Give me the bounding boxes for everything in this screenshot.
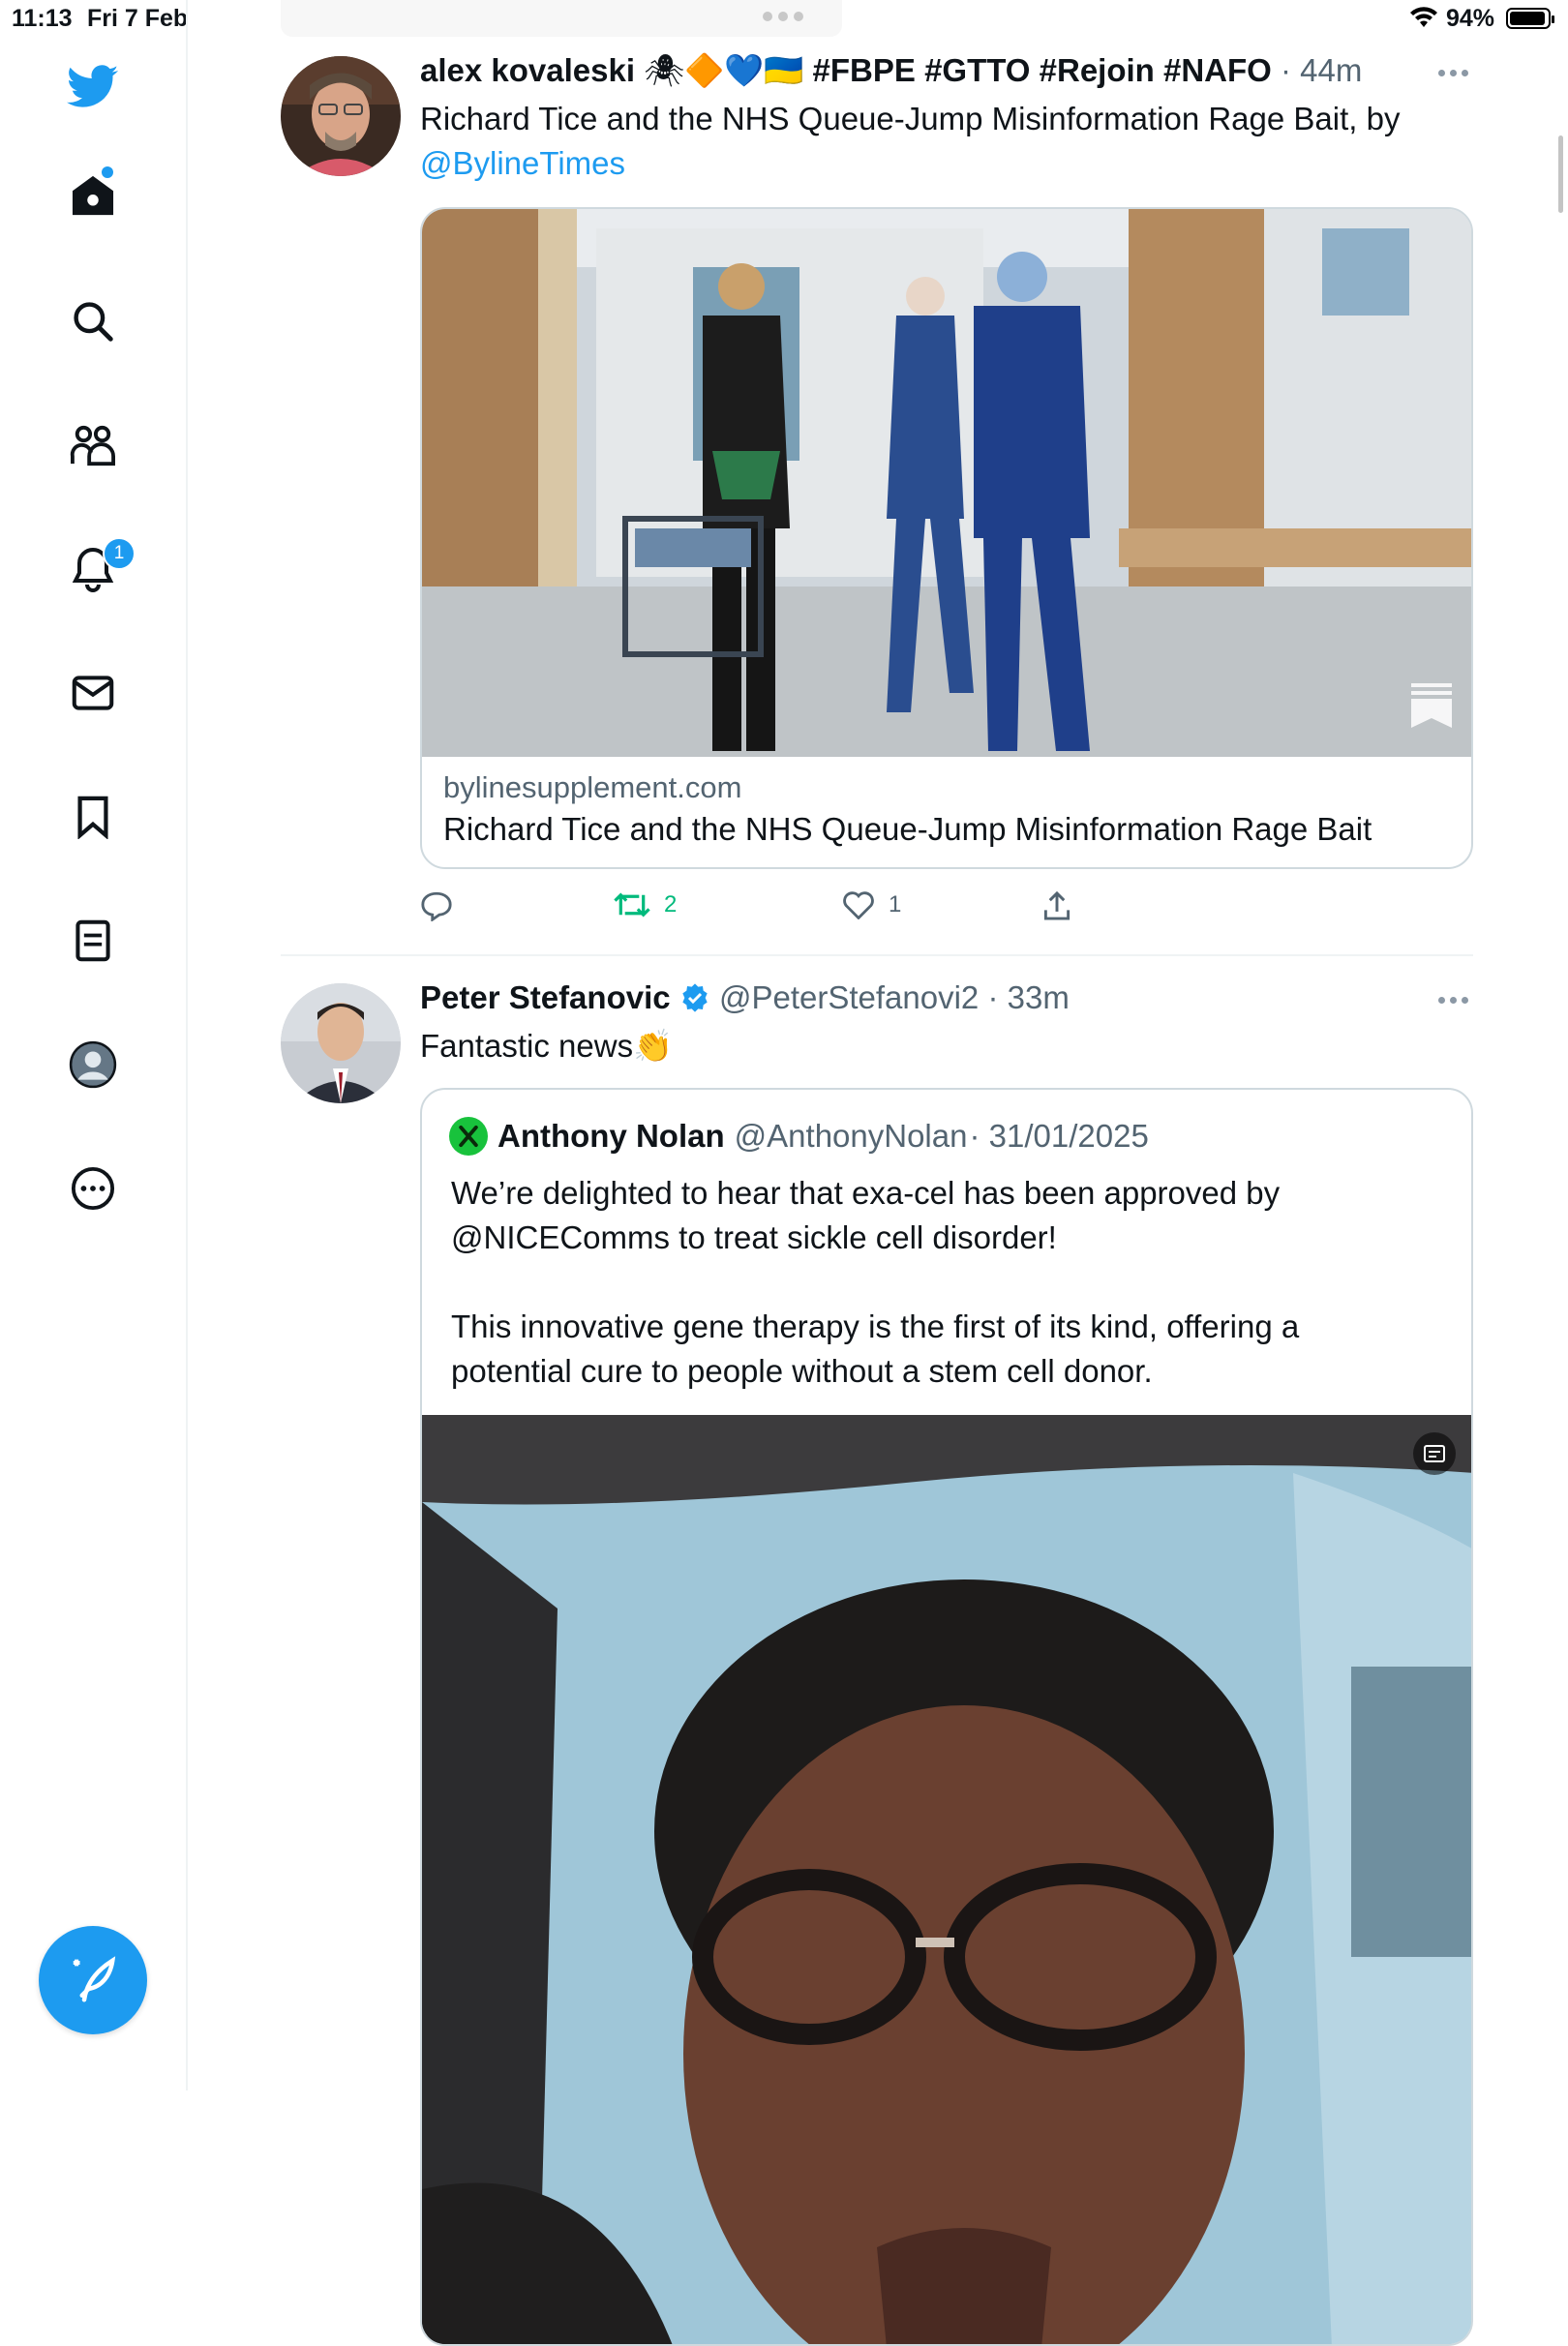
scroll-indicator[interactable] [1558,135,1563,213]
reply-button[interactable] [420,890,467,921]
quoted-author-name[interactable]: Anthony Nolan [498,1118,725,1155]
home-icon[interactable] [62,165,124,226]
clapping-emoji: 👏 [633,1028,674,1064]
tweet-time[interactable]: · 33m [987,979,1069,1015]
profile-icon[interactable] [62,1034,124,1096]
tweet-text-body: Fantastic news [420,1028,634,1064]
tweet-divider [281,954,1473,956]
quoted-line: @NICEComms to treat sickle cell disorder… [451,1219,1057,1255]
compose-tweet-icon[interactable] [39,1926,147,2034]
share-button[interactable] [1041,890,1086,921]
more-options-icon[interactable] [1438,70,1473,79]
quoted-line: potential cure to people without a stem … [451,1353,1153,1389]
tweet-text-body: Richard Tice and the NHS Queue-Jump Misi… [420,101,1401,136]
notification-badge: 1 [103,537,136,570]
wifi-icon [1410,7,1437,27]
quoted-line: We’re delighted to hear that exa-cel has… [451,1175,1281,1211]
link-card[interactable]: bylinesupplement.com Richard Tice and th… [420,207,1473,869]
tweet-text: Fantastic news👏 [420,1024,673,1068]
quoted-line: This innovative gene therapy is the firs… [451,1308,1300,1344]
avatar[interactable] [281,56,401,176]
captions-icon[interactable] [1413,1432,1456,1475]
like-count: 1 [889,891,902,917]
card-image [422,209,1471,757]
tweet-time[interactable]: · 44m [1281,52,1362,88]
quoted-tweet-text: We’re delighted to hear that exa-cel has… [451,1171,1438,1394]
tweet-text: Richard Tice and the NHS Queue-Jump Misi… [420,97,1473,186]
quoted-tweet[interactable]: Anthony Nolan @AnthonyNolan · 31/01/2025… [420,1088,1473,2346]
name-hashtags: #FBPE #GTTO #Rejoin #NAFO [812,52,1272,88]
search-icon[interactable] [62,290,124,352]
author-handle[interactable]: @PeterStefanovi2 [719,979,979,1015]
card-domain: bylinesupplement.com [443,770,742,804]
more-icon[interactable] [62,1158,124,1219]
tweet-actions: 2 1 [420,890,1388,929]
tweet[interactable]: Peter Stefanovic @PeterStefanovi2 · 33m … [281,979,1473,2346]
mention-link[interactable]: @BylineTimes [420,145,625,181]
retweet-button[interactable]: 2 [614,890,677,919]
home-unread-dot [102,166,113,178]
battery-icon [1506,8,1554,29]
quoted-video[interactable] [422,1415,1471,2344]
quoted-author-handle[interactable]: @AnthonyNolan [735,1118,968,1155]
battery-percent: 94% [1446,5,1495,32]
tweet[interactable]: alex kovaleski 🕷🔶💙🇺🇦 #FBPE #GTTO #Rejoin… [281,52,1473,947]
name-emojis: 🕷🔶💙🇺🇦 [644,52,804,88]
quoted-tweet-header: Anthony Nolan @AnthonyNolan · 31/01/2025 [449,1117,1149,1156]
twitter-logo-icon[interactable] [62,56,124,118]
verified-badge-icon [682,983,708,1012]
avatar[interactable] [281,983,401,1103]
messages-icon[interactable] [62,662,124,724]
bookmarks-icon[interactable] [62,786,124,848]
quoted-date: · 31/01/2025 [969,1118,1149,1154]
lists-icon[interactable] [62,910,124,972]
more-options-icon[interactable] [1438,997,1473,1007]
top-bar-handle [281,0,842,37]
tweet-header: Peter Stefanovic @PeterStefanovi2 · 33m [420,979,1070,1016]
author-name[interactable]: alex kovaleski [420,52,635,88]
retweet-count: 2 [664,891,678,917]
card-title: Richard Tice and the NHS Queue-Jump Misi… [443,811,1372,847]
author-name[interactable]: Peter Stefanovic [420,979,671,1015]
tweet-header: alex kovaleski 🕷🔶💙🇺🇦 #FBPE #GTTO #Rejoin… [420,52,1362,90]
sidebar: 1 [0,0,188,2090]
communities-icon[interactable] [62,414,124,476]
like-button[interactable]: 1 [842,890,901,919]
quoted-avatar-icon[interactable] [449,1117,488,1156]
